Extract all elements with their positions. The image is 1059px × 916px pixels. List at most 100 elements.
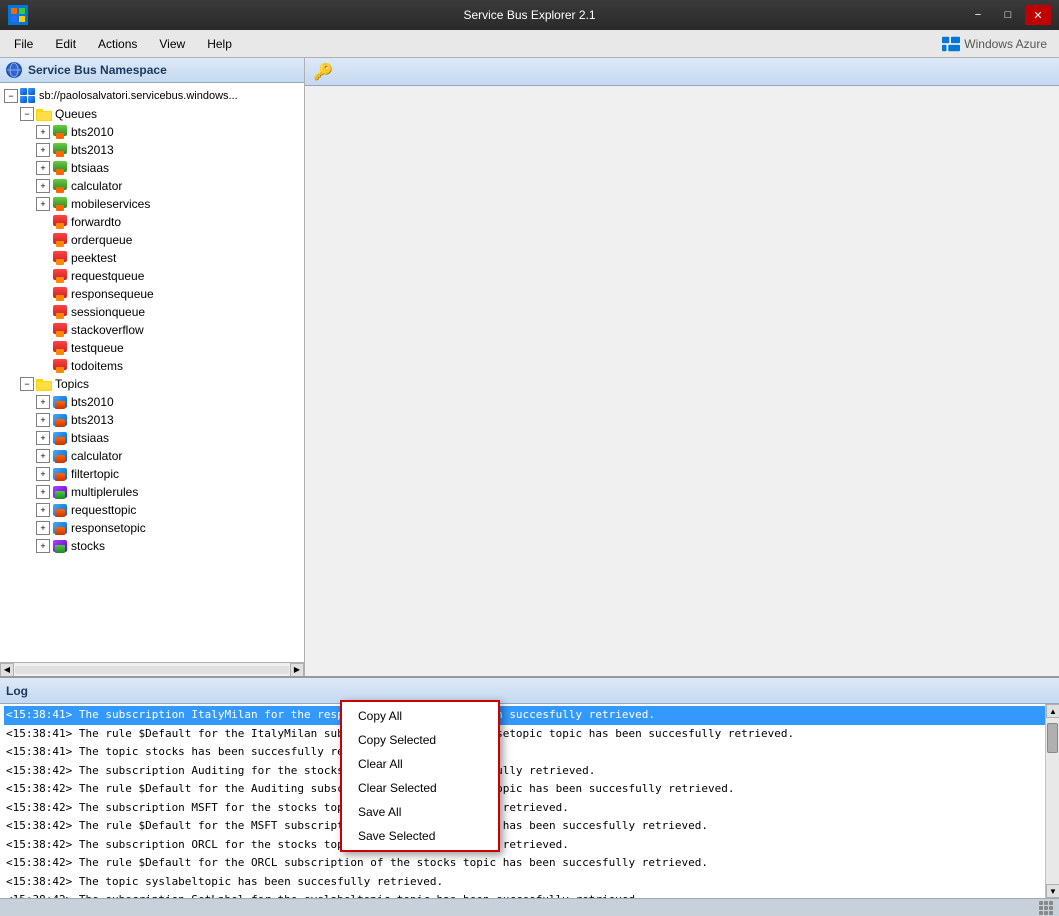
minimize-button[interactable]: −: [965, 5, 991, 25]
expand-t1[interactable]: +: [36, 413, 50, 427]
menu-view[interactable]: View: [149, 34, 195, 54]
queue-icon-3: [52, 178, 68, 194]
tree-queue-bts2010[interactable]: + bts2010: [0, 123, 304, 141]
log-line-1[interactable]: <15:38:41> The rule $Default for the Ita…: [4, 725, 1055, 744]
tree-queue-peektest[interactable]: peektest: [0, 249, 304, 267]
expand-q0[interactable]: +: [36, 125, 50, 139]
expand-q2[interactable]: +: [36, 161, 50, 175]
tree-queue-todoitems[interactable]: todoitems: [0, 357, 304, 375]
tree-topic-requesttopic[interactable]: + requesttopic: [0, 501, 304, 519]
expand-t7[interactable]: +: [36, 521, 50, 535]
topics-label: Topics: [55, 377, 89, 391]
tree-queue-requestqueue[interactable]: requestqueue: [0, 267, 304, 285]
expand-t0[interactable]: +: [36, 395, 50, 409]
topic-label-2: btsiaas: [71, 431, 109, 445]
log-line-9[interactable]: <15:38:42> The topic syslabeltopic has b…: [4, 873, 1055, 892]
context-menu-copy-selected[interactable]: Copy Selected: [342, 728, 498, 752]
maximize-button[interactable]: □: [995, 5, 1021, 25]
tree-queue-btsiaas[interactable]: + btsiaas: [0, 159, 304, 177]
log-line-5[interactable]: <15:38:42> The subscription MSFT for the…: [4, 799, 1055, 818]
tree-root[interactable]: − sb://paolosalvatori.servicebus.windows…: [0, 87, 304, 105]
log-line-3[interactable]: <15:38:42> The subscription Auditing for…: [4, 762, 1055, 781]
log-scroll-thumb[interactable]: [1047, 723, 1058, 753]
queue-label-12: testqueue: [71, 341, 124, 355]
resize-grip[interactable]: [1039, 901, 1053, 915]
menu-actions[interactable]: Actions: [88, 34, 147, 54]
topic-icon-0: [52, 394, 68, 410]
queue-icon-1: [52, 142, 68, 158]
log-line-2[interactable]: <15:38:41> The topic stocks has been suc…: [4, 743, 1055, 762]
expand-t8[interactable]: +: [36, 539, 50, 553]
queue-label-8: requestqueue: [71, 269, 144, 283]
queue-label-2: btsiaas: [71, 161, 109, 175]
tree-queue-mobileservices[interactable]: + mobileservices: [0, 195, 304, 213]
menu-help[interactable]: Help: [197, 34, 242, 54]
expand-topics[interactable]: −: [20, 377, 34, 391]
tree-queue-bts2013[interactable]: + bts2013: [0, 141, 304, 159]
expand-q1[interactable]: +: [36, 143, 50, 157]
tree-container[interactable]: − sb://paolosalvatori.servicebus.windows…: [0, 83, 304, 662]
expand-q3[interactable]: +: [36, 179, 50, 193]
hscroll-left-button[interactable]: ◀: [0, 663, 14, 677]
context-menu-clear-selected[interactable]: Clear Selected: [342, 776, 498, 800]
tree-queue-stackoverflow[interactable]: stackoverflow: [0, 321, 304, 339]
topic-icon-5: [52, 484, 68, 500]
log-line-0[interactable]: <15:38:41> The subscription ItalyMilan f…: [4, 706, 1055, 725]
azure-label: Windows Azure: [964, 37, 1047, 51]
topic-icon-3: [52, 448, 68, 464]
azure-logo-icon: [942, 35, 960, 53]
expand-queues[interactable]: −: [20, 107, 34, 121]
tree-queue-testqueue[interactable]: testqueue: [0, 339, 304, 357]
expand-t3[interactable]: +: [36, 449, 50, 463]
tree-topic-multiplerules[interactable]: + multiplerules: [0, 483, 304, 501]
topics-folder-icon: [36, 376, 52, 392]
menu-file[interactable]: File: [4, 34, 43, 54]
expand-t6[interactable]: +: [36, 503, 50, 517]
context-menu-save-selected[interactable]: Save Selected: [342, 824, 498, 848]
tree-topic-btsiaas[interactable]: + btsiaas: [0, 429, 304, 447]
hscroll-right-button[interactable]: ▶: [290, 663, 304, 677]
expand-t5[interactable]: +: [36, 485, 50, 499]
expand-t4[interactable]: +: [36, 467, 50, 481]
tree-topic-bts2013[interactable]: + bts2013: [0, 411, 304, 429]
tree-horizontal-scrollbar[interactable]: ◀ ▶: [0, 662, 304, 676]
expand-q4[interactable]: +: [36, 197, 50, 211]
queue-icon-2: [52, 160, 68, 176]
tree-topic-filtertopic[interactable]: + filtertopic: [0, 465, 304, 483]
tree-topic-calculator[interactable]: + calculator: [0, 447, 304, 465]
queue-label-13: todoitems: [71, 359, 123, 373]
context-menu: Copy All Copy Selected Clear All Clear S…: [340, 700, 500, 852]
context-menu-clear-all[interactable]: Clear All: [342, 752, 498, 776]
expand-root[interactable]: −: [4, 89, 18, 103]
windows-logo-icon: [8, 5, 28, 25]
tree-queue-forwardto[interactable]: forwardto: [0, 213, 304, 231]
tree-queue-orderqueue[interactable]: orderqueue: [0, 231, 304, 249]
right-panel: 🔑: [305, 58, 1059, 676]
queues-group[interactable]: − Queues: [0, 105, 304, 123]
log-line-7[interactable]: <15:38:42> The subscription ORCL for the…: [4, 836, 1055, 855]
log-scroll-up[interactable]: ▲: [1046, 704, 1059, 718]
log-lines: <15:38:41> The subscription ItalyMilan f…: [0, 704, 1059, 898]
queue-label-0: bts2010: [71, 125, 114, 139]
menu-edit[interactable]: Edit: [45, 34, 86, 54]
app-title: Service Bus Explorer 2.1: [463, 8, 595, 22]
close-button[interactable]: ✕: [1025, 5, 1051, 25]
context-menu-copy-all[interactable]: Copy All: [342, 704, 498, 728]
queue-icon-10: [52, 304, 68, 320]
log-line-4[interactable]: <15:38:42> The rule $Default for the Aud…: [4, 780, 1055, 799]
context-menu-save-all[interactable]: Save All: [342, 800, 498, 824]
topics-group[interactable]: − Topics: [0, 375, 304, 393]
log-scroll-down[interactable]: ▼: [1046, 884, 1059, 898]
tree-queue-calculator[interactable]: + calculator: [0, 177, 304, 195]
tree-topic-responsetopic[interactable]: + responsetopic: [0, 519, 304, 537]
tree-topic-stocks[interactable]: + stocks: [0, 537, 304, 555]
tree-queue-sessionqueue[interactable]: sessionqueue: [0, 303, 304, 321]
log-line-10[interactable]: <15:38:42> The subscription SetLabel for…: [4, 891, 1055, 898]
log-line-8[interactable]: <15:38:42> The rule $Default for the ORC…: [4, 854, 1055, 873]
queue-label-5: forwardto: [71, 215, 121, 229]
tree-queue-responsequeue[interactable]: responsequeue: [0, 285, 304, 303]
log-line-6[interactable]: <15:38:42> The rule $Default for the MSF…: [4, 817, 1055, 836]
log-scrollbar[interactable]: ▲ ▼: [1045, 704, 1059, 898]
expand-t2[interactable]: +: [36, 431, 50, 445]
tree-topic-bts2010[interactable]: + bts2010: [0, 393, 304, 411]
